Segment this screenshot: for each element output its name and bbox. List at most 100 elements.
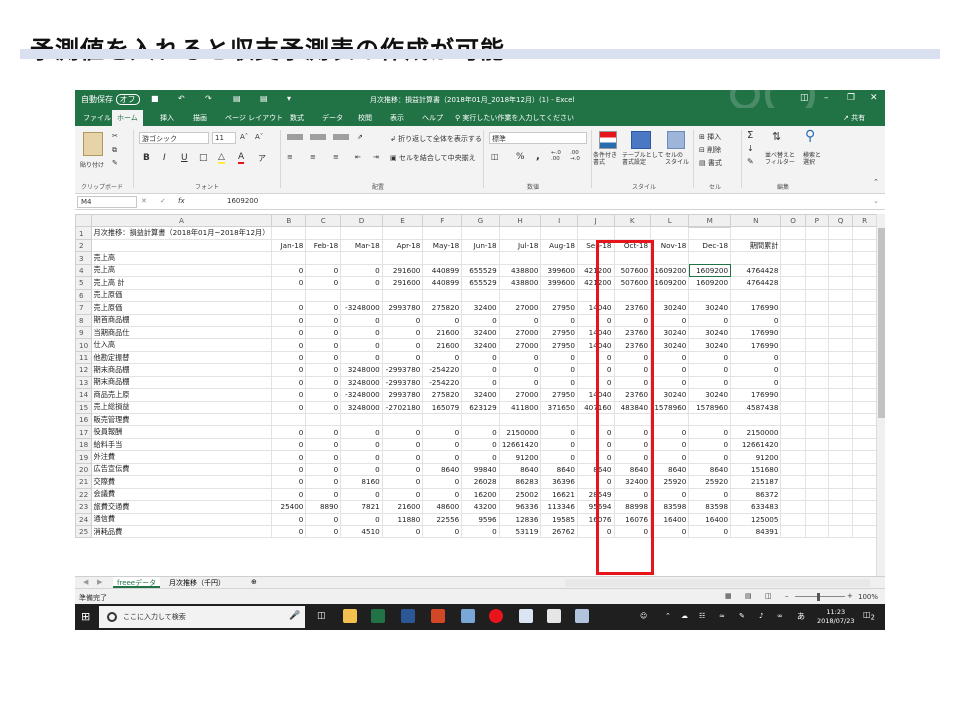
cell[interactable] (780, 313, 806, 327)
cell[interactable]: 3248000 (340, 363, 383, 377)
app-icon[interactable] (575, 609, 589, 623)
align-right-icon[interactable]: ≡ (333, 153, 339, 161)
cell[interactable] (730, 412, 782, 427)
save-icon[interactable]: ■ (151, 94, 159, 103)
row-header[interactable]: 9 (75, 325, 92, 340)
cell[interactable] (461, 251, 500, 265)
cell[interactable]: 165079 (422, 400, 463, 415)
italic-button[interactable]: I (163, 153, 166, 163)
cell[interactable]: 27000 (498, 301, 542, 315)
cell[interactable]: 3248000 (340, 375, 383, 390)
tab-view[interactable]: 表示 (390, 113, 404, 123)
cell[interactable]: 期首商品棚 (90, 313, 273, 327)
cell[interactable]: 86283 (498, 475, 542, 489)
insert-cells-button[interactable]: ⊞ 挿入 (699, 132, 721, 142)
app-icon[interactable] (519, 609, 533, 623)
horizontal-scrollbar[interactable] (565, 579, 870, 587)
cell[interactable] (340, 226, 383, 240)
row-header[interactable]: 17 (75, 425, 92, 439)
cell[interactable]: 0 (422, 524, 463, 539)
cell[interactable]: 0 (305, 276, 342, 290)
cell[interactable]: 月次推移：損益計算書（2018年01月~2018年12月） (90, 226, 273, 240)
task-view-icon[interactable]: ◫ (317, 611, 326, 621)
cell[interactable]: 0 (271, 400, 307, 415)
cell[interactable] (827, 462, 854, 477)
conditional-format-button[interactable]: 条件付き 書式 (593, 152, 617, 166)
cell[interactable] (804, 487, 829, 502)
column-header[interactable]: L (650, 213, 690, 228)
cell[interactable] (540, 288, 578, 303)
network-icon[interactable]: ☷ (699, 612, 705, 620)
cell[interactable]: 399600 (540, 263, 578, 278)
cell[interactable] (827, 238, 854, 253)
shrink-font-icon[interactable]: Aˇ (255, 133, 263, 141)
cell[interactable]: 通信費 (90, 512, 273, 526)
cell[interactable]: 655529 (461, 276, 500, 290)
collapse-ribbon-icon[interactable]: ⌃ (873, 178, 879, 186)
cell[interactable]: 30240 (650, 325, 690, 340)
cell[interactable] (827, 450, 854, 464)
cell[interactable]: 16200 (461, 487, 500, 502)
cell[interactable] (852, 437, 877, 452)
tab-page-layout[interactable]: ページ レイアウト (225, 113, 283, 123)
cell[interactable]: 期間累計 (730, 238, 782, 253)
cell[interactable]: 0 (461, 425, 500, 439)
paste-icon[interactable] (83, 132, 103, 156)
conditional-format-icon[interactable] (599, 131, 617, 149)
cell[interactable]: 0 (498, 313, 542, 327)
column-header[interactable]: O (780, 213, 806, 228)
cell[interactable] (852, 350, 877, 365)
cell[interactable]: 0 (422, 313, 463, 327)
cell[interactable]: 0 (305, 388, 342, 402)
page-layout-view-icon[interactable]: ▤ (745, 592, 752, 600)
people-icon[interactable]: ☺ (640, 612, 647, 620)
cell[interactable] (804, 450, 829, 464)
cell[interactable]: 21600 (422, 338, 463, 352)
cell[interactable]: 27950 (540, 338, 578, 352)
tab-home[interactable]: ホーム (112, 110, 143, 127)
row-header[interactable]: 15 (75, 400, 92, 415)
cell[interactable]: 0 (422, 487, 463, 502)
cell[interactable]: 0 (271, 512, 307, 526)
cell[interactable] (827, 400, 854, 415)
cell[interactable]: 0 (381, 338, 424, 352)
cell[interactable]: -254220 (422, 363, 463, 377)
cell[interactable]: 0 (271, 350, 307, 365)
cell[interactable]: 25920 (650, 475, 690, 489)
cell[interactable]: 27000 (498, 338, 542, 352)
column-header[interactable]: A (90, 213, 273, 228)
cell[interactable] (498, 226, 542, 240)
cell[interactable]: 440899 (422, 263, 463, 278)
cell[interactable]: 19585 (540, 512, 578, 526)
vertical-scroll-thumb[interactable] (878, 228, 885, 418)
cell[interactable]: 0 (461, 450, 500, 464)
row-header[interactable]: 2 (75, 238, 92, 253)
row-header[interactable]: 20 (75, 462, 92, 477)
cell[interactable]: 0 (340, 425, 383, 439)
cell[interactable]: 0 (305, 338, 342, 352)
cell[interactable]: 交際費 (90, 475, 273, 489)
cell[interactable]: 215187 (730, 475, 782, 489)
cell[interactable] (827, 313, 854, 327)
cell[interactable] (780, 425, 806, 439)
cell[interactable] (780, 475, 806, 489)
cell[interactable]: 30240 (650, 301, 690, 315)
cell[interactable] (650, 226, 690, 240)
cell[interactable]: 当期商品仕 (90, 325, 273, 340)
cell[interactable]: 0 (305, 263, 342, 278)
windows-start-icon[interactable]: ⊞ (81, 610, 90, 623)
cell[interactable] (340, 251, 383, 265)
notification-icon[interactable]: ◫2 (863, 610, 875, 622)
cell[interactable]: 会議費 (90, 487, 273, 502)
excel-taskbar-icon[interactable] (371, 609, 385, 623)
cell[interactable] (305, 288, 342, 303)
cell[interactable]: 96336 (498, 500, 542, 514)
cell[interactable]: 291600 (381, 276, 424, 290)
cell[interactable]: 11880 (381, 512, 424, 526)
chrome-icon[interactable] (489, 609, 503, 623)
cell[interactable]: 36396 (540, 475, 578, 489)
cell[interactable]: 21600 (422, 325, 463, 340)
cell[interactable] (852, 375, 877, 390)
cell[interactable] (305, 251, 342, 265)
cell[interactable]: 125005 (730, 512, 782, 526)
